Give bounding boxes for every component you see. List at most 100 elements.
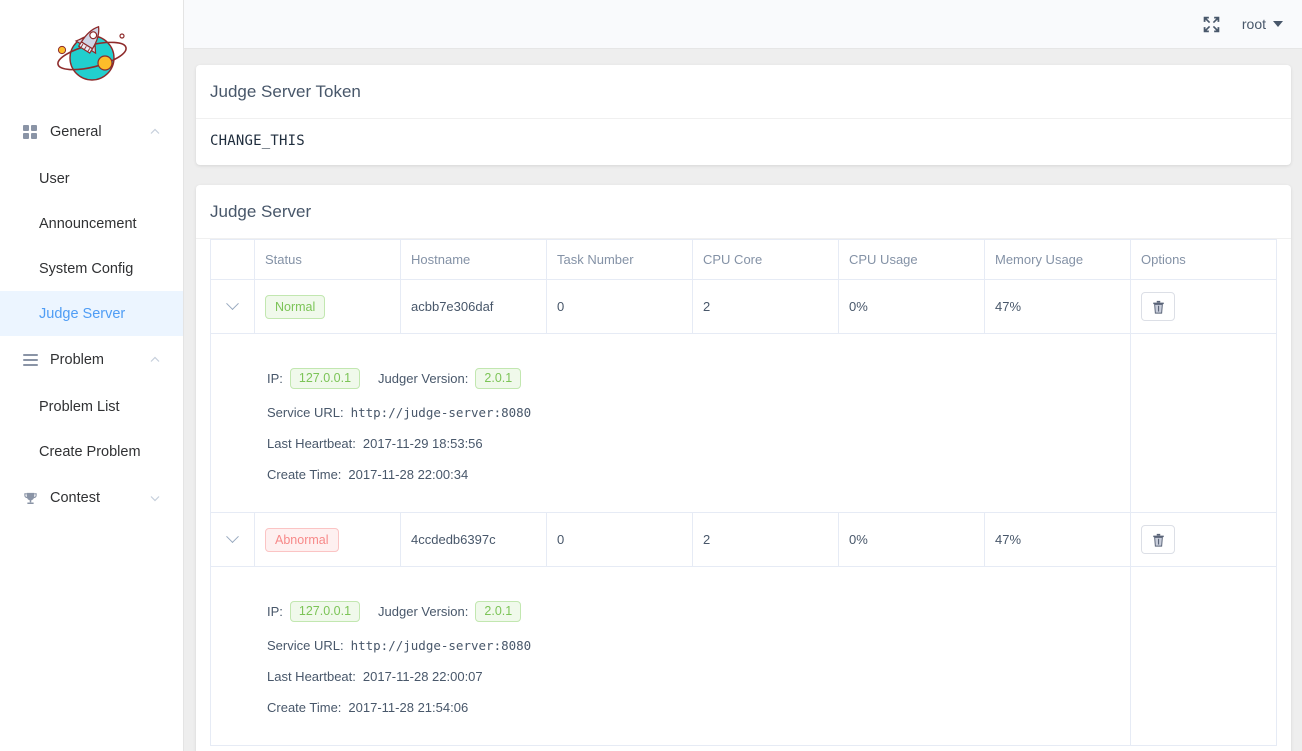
detail-service-url-value: http://judge-server:8080 — [350, 638, 532, 653]
sidebar-menu: General User Announcement System Config … — [0, 108, 183, 522]
table-header-row: Status Hostname Task Number CPU Core CPU… — [210, 239, 1277, 280]
detail-service-url-value: http://judge-server:8080 — [350, 405, 532, 420]
expand-toggle[interactable] — [210, 512, 255, 567]
chevron-down-icon — [226, 530, 239, 544]
cell-options — [1130, 512, 1277, 567]
table-row[interactable]: Normal acbb7e306daf 0 2 0% 47% — [210, 279, 1277, 334]
cell-cpu-core: 2 — [692, 512, 839, 567]
cell-hostname: 4ccdedb6397c — [400, 512, 547, 567]
sidebar-group-problem-label: Problem — [50, 352, 104, 368]
cell-memory-usage: 47% — [984, 279, 1131, 334]
sidebar-group-problem[interactable]: Problem — [0, 336, 183, 384]
detail-ip-value: 127.0.0.1 — [289, 601, 361, 622]
table-row[interactable]: Abnormal 4ccdedb6397c 0 2 0% 47% — [210, 512, 1277, 567]
detail-service-url-label: Service URL: — [267, 405, 344, 420]
topbar: root — [184, 0, 1302, 49]
user-dropdown[interactable]: root — [1242, 16, 1283, 32]
judge-server-title: Judge Server — [196, 185, 1291, 239]
trophy-icon — [22, 490, 38, 506]
detail-last-heartbeat-label: Last Heartbeat: — [267, 436, 356, 451]
cell-cpu-core: 2 — [692, 279, 839, 334]
detail-create-time-value: 2017-11-28 21:54:06 — [348, 700, 469, 715]
sidebar-group-contest-label: Contest — [50, 490, 100, 506]
sidebar-group-contest[interactable]: Contest — [0, 474, 183, 522]
expand-toggle[interactable] — [210, 279, 255, 334]
cell-memory-usage: 47% — [984, 512, 1131, 567]
sidebar-item-system-config[interactable]: System Config — [0, 246, 183, 291]
detail-create-time-row: Create Time: 2017-11-28 21:54:06 — [267, 700, 1120, 715]
cell-task-number: 0 — [546, 279, 693, 334]
chevron-down-icon — [226, 297, 239, 311]
trash-icon — [1152, 533, 1164, 547]
detail-judger-version-value: 2.0.1 — [475, 368, 522, 389]
sidebar-item-announcement[interactable]: Announcement — [0, 201, 183, 246]
judge-server-table: Status Hostname Task Number CPU Core CPU… — [210, 239, 1277, 746]
detail-create-time-label: Create Time: — [267, 700, 342, 715]
cell-options — [1130, 279, 1277, 334]
detail-options-spacer — [1130, 566, 1277, 746]
column-status: Status — [254, 239, 401, 280]
detail-create-time-row: Create Time: 2017-11-28 22:00:34 — [267, 467, 1120, 482]
sidebar-item-user[interactable]: User — [0, 156, 183, 201]
status-badge: Abnormal — [265, 527, 339, 552]
table-row-detail: IP: 127.0.0.1 Judger Version: 2.0.1 Serv… — [210, 333, 1277, 513]
delete-button[interactable] — [1141, 525, 1175, 554]
detail-create-time-value: 2017-11-28 22:00:34 — [348, 467, 469, 482]
judge-server-card: Judge Server Status Hostname Task Number… — [196, 185, 1291, 751]
logo — [0, 0, 183, 108]
content-area: Judge Server Token CHANGE_THIS Judge Ser… — [184, 49, 1302, 751]
chevron-up-icon — [150, 356, 160, 362]
column-hostname: Hostname — [400, 239, 547, 280]
status-badge: Normal — [265, 294, 326, 319]
detail-judger-version-label: Judger Version: — [378, 604, 469, 619]
chevron-up-icon — [150, 128, 160, 134]
rocket-planet-logo-icon — [56, 25, 127, 81]
sidebar-group-general[interactable]: General — [0, 108, 183, 156]
column-options: Options — [1130, 239, 1277, 280]
sidebar-item-user-label: User — [39, 170, 70, 187]
cell-status: Normal — [254, 279, 401, 334]
detail-service-url-row: Service URL: http://judge-server:8080 — [267, 405, 1120, 420]
detail-options-spacer — [1130, 333, 1277, 513]
detail-last-heartbeat-value: 2017-11-29 18:53:56 — [362, 436, 483, 451]
sidebar-item-create-problem[interactable]: Create Problem — [0, 429, 183, 474]
list-icon — [22, 352, 38, 368]
chevron-down-icon — [150, 496, 160, 502]
sidebar-item-judge-server[interactable]: Judge Server — [0, 291, 183, 336]
sidebar-item-judge-server-label: Judge Server — [39, 305, 126, 322]
detail-panel: IP: 127.0.0.1 Judger Version: 2.0.1 Serv… — [210, 566, 1131, 746]
detail-ip-version-row: IP: 127.0.0.1 Judger Version: 2.0.1 — [267, 368, 1120, 389]
judge-server-token-value: CHANGE_THIS — [210, 133, 305, 149]
sidebar-item-problem-list[interactable]: Problem List — [0, 384, 183, 429]
fullscreen-expand-icon[interactable] — [1203, 16, 1220, 33]
judge-server-token-title: Judge Server Token — [196, 65, 1291, 119]
cell-hostname: acbb7e306daf — [400, 279, 547, 334]
column-expand — [210, 239, 255, 280]
cell-cpu-usage: 0% — [838, 512, 985, 567]
cell-task-number: 0 — [546, 512, 693, 567]
server-detail-1: IP: 127.0.0.1 Judger Version: 2.0.1 Serv… — [221, 579, 1120, 733]
detail-service-url-row: Service URL: http://judge-server:8080 — [267, 638, 1120, 653]
detail-ip-version-row: IP: 127.0.0.1 Judger Version: 2.0.1 — [267, 601, 1120, 622]
table-body: Normal acbb7e306daf 0 2 0% 47% IP: 127.0… — [210, 279, 1277, 746]
app-root: General User Announcement System Config … — [0, 0, 1302, 751]
sidebar-item-create-problem-label: Create Problem — [39, 443, 141, 460]
trash-icon — [1152, 300, 1164, 314]
column-cpu-usage: CPU Usage — [838, 239, 985, 280]
cell-cpu-usage: 0% — [838, 279, 985, 334]
detail-ip-label: IP: — [267, 371, 283, 386]
table-row-detail: IP: 127.0.0.1 Judger Version: 2.0.1 Serv… — [210, 566, 1277, 746]
table-header: Status Hostname Task Number CPU Core CPU… — [210, 239, 1277, 280]
sidebar-item-system-config-label: System Config — [39, 260, 134, 277]
column-cpu-core: CPU Core — [692, 239, 839, 280]
detail-service-url-label: Service URL: — [267, 638, 344, 653]
sidebar-item-announcement-label: Announcement — [39, 215, 137, 232]
judge-server-table-wrap: Status Hostname Task Number CPU Core CPU… — [196, 239, 1291, 751]
delete-button[interactable] — [1141, 292, 1175, 321]
sidebar-item-problem-list-label: Problem List — [39, 398, 120, 415]
column-task-number: Task Number — [546, 239, 693, 280]
column-memory-usage: Memory Usage — [984, 239, 1131, 280]
cell-status: Abnormal — [254, 512, 401, 567]
username-label: root — [1241, 16, 1266, 32]
detail-judger-version-value: 2.0.1 — [475, 601, 522, 622]
